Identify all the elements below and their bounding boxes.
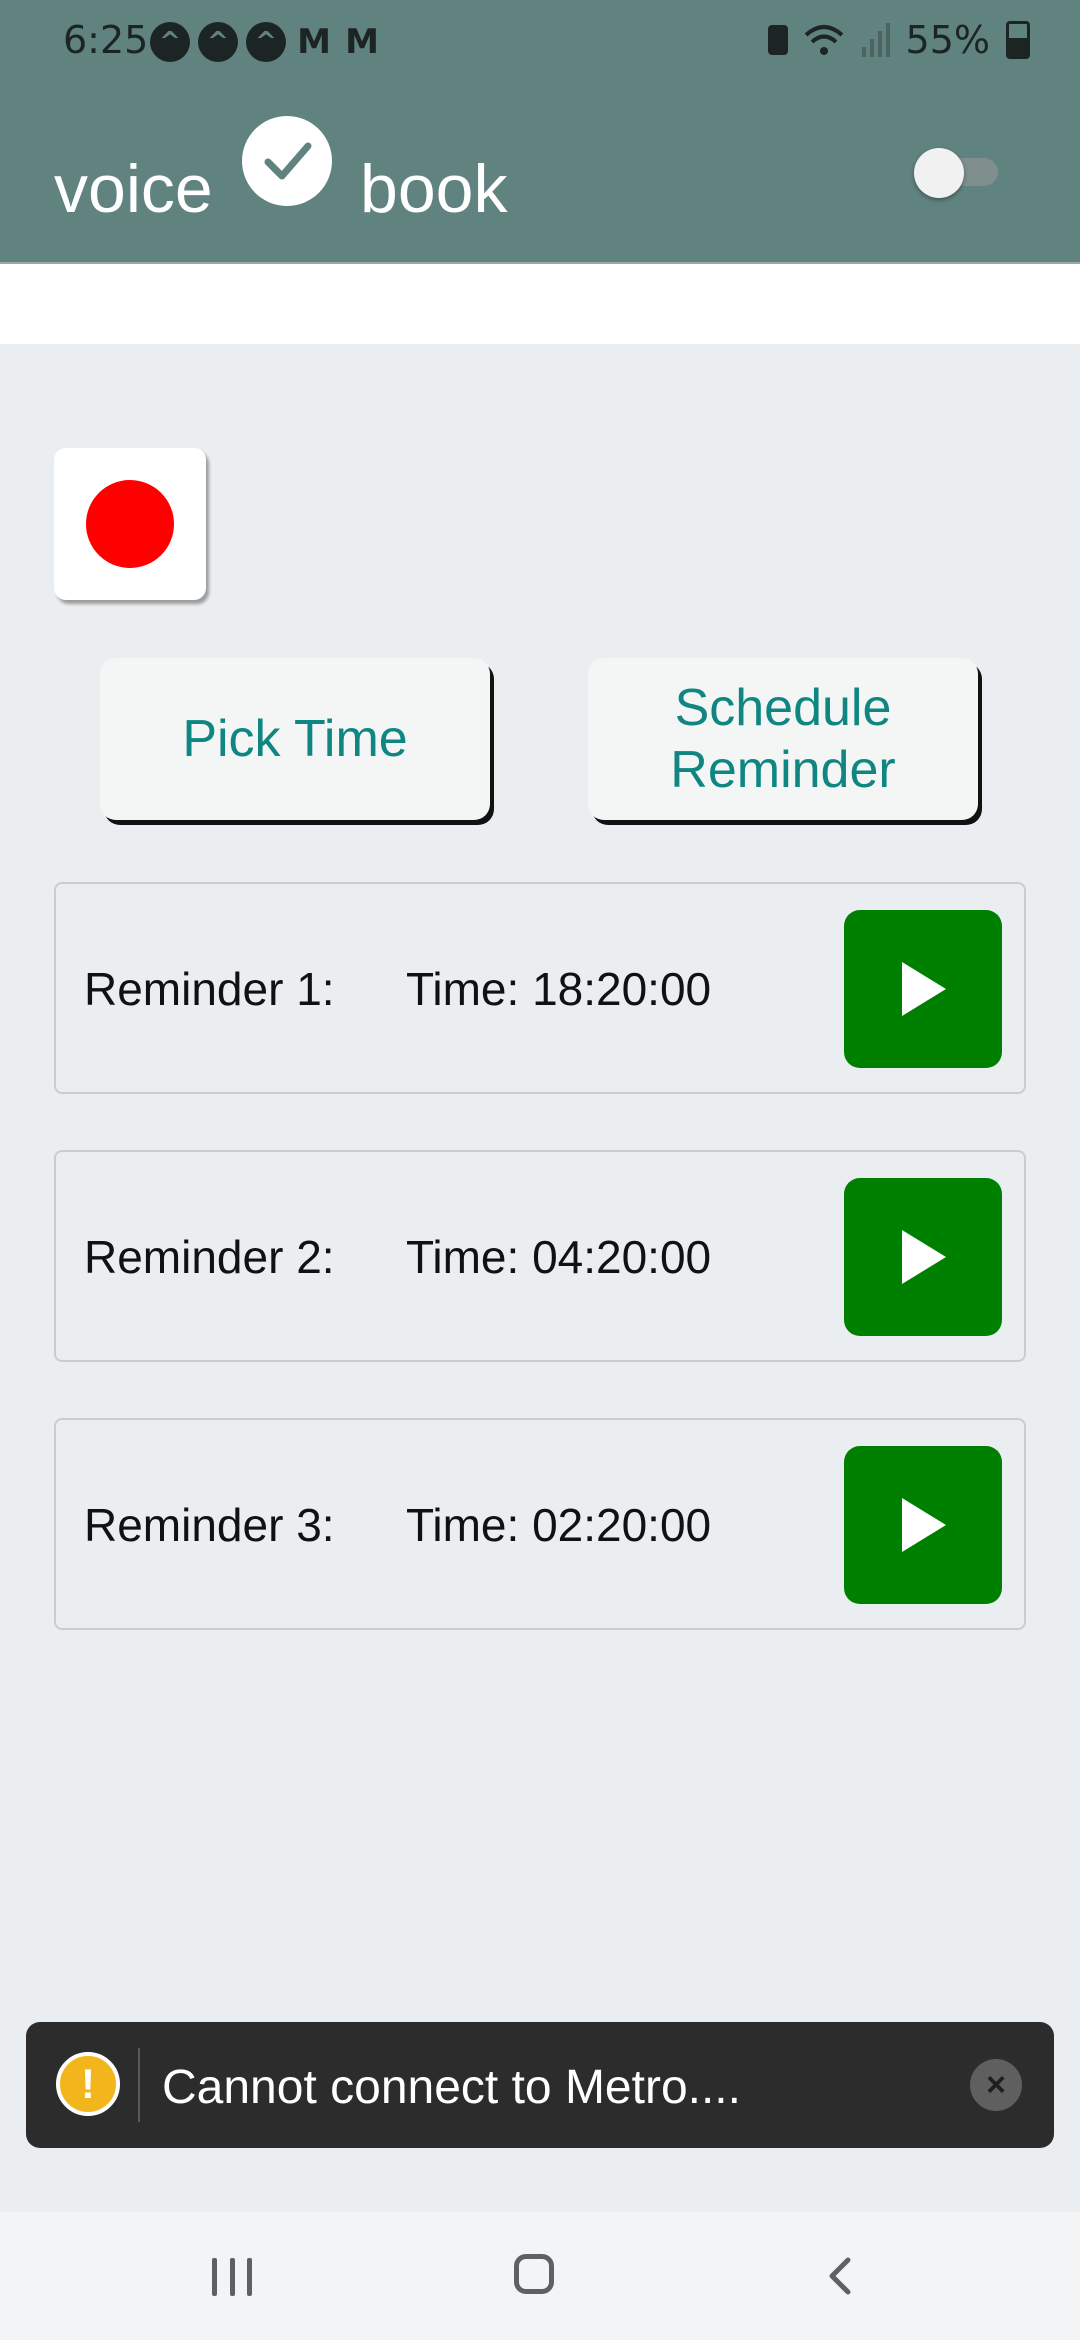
play-icon [902,1498,946,1552]
play-icon [902,962,946,1016]
a-icon: ^ [246,22,286,62]
reminder-card: Reminder 3: Time: 02:20:00 [54,1418,1026,1630]
schedule-label-line2: Reminder [670,741,896,799]
status-bar: 6:25 ^ ^ ^ M M 55% [0,0,1080,80]
a-icon: ^ [150,22,190,62]
schedule-label-line1: Schedule [674,679,892,737]
schedule-reminder-button[interactable]: Schedule Reminder [588,658,978,820]
reminder-time: Time: 04:20:00 [406,1231,712,1283]
app-title-book: book [360,151,508,227]
play-button[interactable] [844,1178,1002,1336]
signal-icon [861,23,890,57]
a-icon: ^ [198,22,238,62]
record-dot-icon [86,480,174,568]
play-icon [902,1230,946,1284]
reminder-card: Reminder 1: Time: 18:20:00 [54,882,1026,1094]
error-toast[interactable]: ! Cannot connect to Metro.... × [26,2022,1054,2148]
record-button[interactable] [54,448,206,600]
pick-time-label: Pick Time [182,710,408,768]
warning-icon: ! [56,2052,120,2116]
wifi-icon [804,25,843,55]
system-icons: 55% [767,18,1030,62]
schedule-reminder-label: Schedule Reminder [670,677,895,801]
play-button[interactable] [844,1446,1002,1604]
reminder-time: Time: 02:20:00 [406,1499,712,1551]
gmail-icon: M [345,22,379,62]
app-title-voice: voice [54,151,213,227]
reminder-label: Reminder 1: [84,963,335,1015]
toast-message: Cannot connect to Metro.... [162,2061,741,2114]
battery-icon [1006,21,1030,59]
back-button[interactable] [818,2252,866,2300]
system-nav-bar [0,2212,1080,2340]
toast-divider [138,2048,140,2122]
battery-saver-icon [767,25,788,55]
play-button[interactable] [844,910,1002,1068]
reminder-card: Reminder 2: Time: 04:20:00 [54,1150,1026,1362]
pick-time-button[interactable]: Pick Time [100,658,490,820]
gmail-icon: M [297,22,331,62]
recent-apps-button[interactable] [212,2258,252,2296]
toggle-knob [914,148,964,198]
header-spacer [0,264,1080,344]
status-time: 6:25 [63,18,149,62]
notification-icons: ^ ^ ^ M M [150,22,382,62]
close-icon[interactable]: × [970,2059,1022,2111]
reminder-label: Reminder 2: [84,1231,335,1283]
battery-percent: 55% [905,18,990,62]
reminder-time: Time: 18:20:00 [406,963,712,1015]
header-toggle-switch[interactable] [914,148,998,198]
checkmark-circle-icon [242,116,332,206]
reminder-label: Reminder 3: [84,1499,335,1551]
home-button[interactable] [514,2254,554,2294]
